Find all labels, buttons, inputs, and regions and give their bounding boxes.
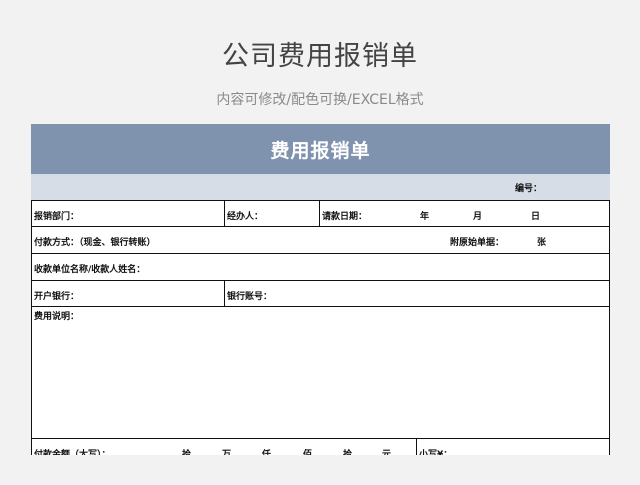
day-label: 日	[531, 212, 541, 222]
amount-upper-label: 付款金额（大写）：	[34, 450, 111, 455]
page-subtitle: 内容可修改/配色可换/EXCEL格式	[216, 92, 424, 108]
row-divider	[416, 439, 417, 455]
department-label: 报销部门：	[34, 212, 80, 222]
sheets-unit-label: 张	[537, 238, 547, 248]
expense-form: 费用报销单 编号： 报销部门： 经办人： 请款日期： 年 月 日 付款方式：（现…	[31, 124, 610, 455]
form-row-payment: 付款方式：（现金、银行转账） 附原始单据： 张	[31, 226, 610, 253]
form-row-payee: 收款单位名称/收款人姓名：	[31, 253, 610, 280]
ten-thousand-shi-label: 拾	[182, 450, 192, 455]
payment-method-label: 付款方式：（现金、银行转账）	[34, 238, 156, 248]
qian-label: 仟	[262, 450, 272, 455]
month-label: 月	[473, 212, 483, 222]
bai-label: 佰	[303, 450, 313, 455]
handler-label: 经办人：	[227, 212, 264, 222]
account-label: 银行账号：	[227, 292, 273, 302]
yuan-label: 元	[382, 450, 392, 455]
page-title: 公司费用报销单	[222, 41, 418, 72]
year-label: 年	[420, 212, 430, 222]
row-divider	[224, 201, 225, 226]
row-divider	[319, 201, 320, 226]
form-row-department: 报销部门： 经办人： 请款日期： 年 月 日	[31, 200, 610, 226]
serial-band: 编号：	[31, 174, 610, 200]
row-divider	[224, 281, 225, 306]
request-date-label: 请款日期：	[322, 212, 368, 222]
shi-label: 拾	[343, 450, 353, 455]
wan-label: 万	[222, 450, 232, 455]
form-header: 费用报销单	[31, 124, 610, 174]
form-row-amount: 付款金额（大写）： 拾 万 仟 佰 拾 元 小写¥：	[31, 438, 610, 455]
bank-label: 开户银行：	[34, 292, 80, 302]
payee-label: 收款单位名称/收款人姓名：	[34, 265, 146, 275]
description-label: 费用说明：	[34, 312, 80, 322]
attachments-label: 附原始单据：	[450, 238, 505, 248]
form-row-description: 费用说明：	[31, 306, 610, 438]
amount-lower-label: 小写¥：	[419, 450, 453, 455]
serial-number-label: 编号：	[515, 184, 543, 194]
form-row-bank: 开户银行： 银行账号：	[31, 280, 610, 306]
